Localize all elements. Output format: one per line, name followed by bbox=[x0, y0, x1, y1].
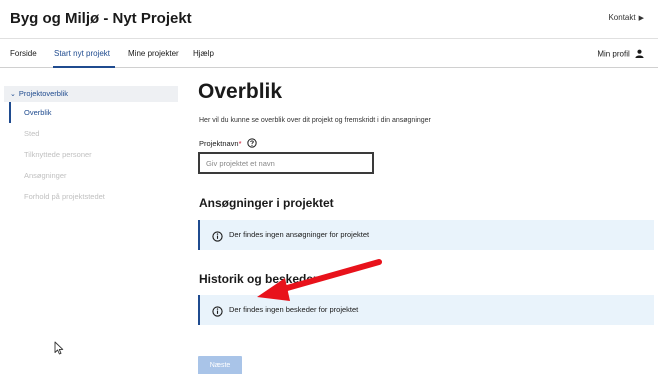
applications-empty-text: Der findes ingen ansøgninger for projekt… bbox=[229, 230, 370, 239]
chevron-down-icon: ⌄ bbox=[10, 91, 16, 98]
caret-right-icon: ▶ bbox=[638, 15, 644, 22]
info-icon bbox=[212, 304, 223, 322]
history-section-title: Historik og beskeder bbox=[199, 272, 318, 286]
project-name-input[interactable] bbox=[198, 152, 374, 174]
applications-empty-notice: Der findes ingen ansøgninger for projekt… bbox=[198, 220, 654, 250]
nav-item-forside[interactable]: Forside bbox=[10, 49, 37, 58]
profile-link[interactable]: Min profil bbox=[597, 49, 644, 60]
sidebar-item-forhold: Forhold på projektstedet bbox=[24, 192, 105, 201]
intro-text: Her vil du kunne se overblik over dit pr… bbox=[199, 117, 431, 124]
help-icon[interactable] bbox=[246, 138, 257, 150]
page-title: Overblik bbox=[198, 80, 283, 103]
sidebar-section-projektoverblik[interactable]: ⌄ Projektoverblik bbox=[4, 86, 178, 102]
project-name-label-text: Projektnavn bbox=[199, 138, 239, 148]
sidebar: ⌄ Projektoverblik Overblik Sted Tilknytte… bbox=[4, 86, 178, 207]
nav-item-mine-projekter[interactable]: Mine projekter bbox=[128, 49, 179, 58]
sidebar-item-overblik[interactable]: Overblik bbox=[4, 102, 178, 123]
nav-item-hjaelp[interactable]: Hjælp bbox=[193, 49, 214, 58]
sidebar-item-tilknyttede-personer: Tilknyttede personer bbox=[24, 150, 92, 159]
required-marker: * bbox=[238, 138, 242, 148]
next-button[interactable]: Næste bbox=[198, 356, 242, 374]
main-nav: Forside Start nyt projekt Mine projekter… bbox=[0, 38, 658, 68]
sidebar-item-sted: Sted bbox=[24, 129, 40, 138]
user-icon bbox=[635, 49, 644, 60]
project-name-label: Projektnavn* bbox=[199, 138, 257, 150]
history-empty-notice: Der findes ingen beskeder for projektet bbox=[198, 295, 654, 325]
profile-label: Min profil bbox=[597, 49, 630, 59]
mouse-pointer-icon bbox=[54, 341, 64, 360]
nav-item-start-nyt-projekt[interactable]: Start nyt projekt bbox=[54, 49, 110, 58]
contact-label: Kontakt bbox=[608, 13, 636, 22]
top-bar: Byg og Miljø - Nyt Projekt Kontakt ▶ bbox=[0, 0, 658, 38]
active-nav-indicator bbox=[53, 66, 115, 68]
history-empty-text: Der findes ingen beskeder for projektet bbox=[229, 305, 359, 314]
contact-link[interactable]: Kontakt ▶ bbox=[608, 13, 644, 22]
app-title: Byg og Miljø - Nyt Projekt bbox=[10, 10, 192, 27]
info-icon bbox=[212, 229, 223, 247]
applications-section-title: Ansøgninger i projektet bbox=[199, 196, 334, 210]
sidebar-section-label: Projektoverblik bbox=[18, 89, 69, 98]
sidebar-item-ansoegninger: Ansøgninger bbox=[24, 171, 67, 180]
